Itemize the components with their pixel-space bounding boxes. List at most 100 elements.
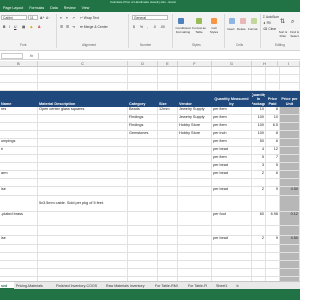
cell-size[interactable] — [158, 155, 178, 163]
empty-cell[interactable] — [158, 269, 178, 277]
empty-cell[interactable] — [280, 67, 300, 75]
cell-quantity-in-package[interactable]: 100 — [252, 131, 266, 139]
clear-button[interactable]: ⌫ Clear — [263, 27, 276, 31]
cell-vendor[interactable]: Hobby Store — [178, 131, 212, 139]
cell-price-paid[interactable] — [266, 179, 280, 187]
cell-material-description[interactable] — [38, 226, 128, 236]
cell-price-per-unit[interactable] — [280, 123, 300, 131]
empty-cell[interactable] — [178, 253, 212, 261]
cell-size[interactable] — [158, 139, 178, 147]
cell-name[interactable]: ise — [0, 236, 38, 245]
cell-vendor[interactable] — [178, 155, 212, 163]
cell-name[interactable]: e — [0, 147, 38, 155]
empty-cell[interactable] — [0, 269, 38, 277]
cell-price-per-unit[interactable] — [280, 179, 300, 187]
cell-size[interactable] — [158, 179, 178, 187]
cell-quantity-measured-by[interactable] — [212, 179, 252, 187]
cell-price-paid[interactable]: 9 — [266, 187, 280, 196]
cell-vendor[interactable]: Jewelry Supply — [178, 115, 212, 123]
cell-material-description[interactable] — [38, 212, 128, 226]
cell-vendor[interactable] — [178, 236, 212, 245]
cell-category[interactable] — [128, 147, 158, 155]
empty-cell[interactable] — [266, 75, 280, 83]
cell-category[interactable]: Findings — [128, 123, 158, 131]
cell-price-paid[interactable]: 6 — [266, 171, 280, 179]
cell-quantity-in-package[interactable]: 3 — [252, 163, 266, 171]
cell-vendor[interactable]: Jewelry Supply — [178, 107, 212, 115]
cell-material-description[interactable] — [38, 147, 128, 155]
empty-cell[interactable] — [178, 83, 212, 91]
empty-cell[interactable] — [178, 269, 212, 277]
format-cells-icon[interactable] — [251, 18, 257, 24]
empty-cell[interactable] — [252, 67, 266, 75]
borders-icon[interactable]: ▦ — [22, 25, 25, 29]
formula-input[interactable] — [38, 53, 298, 59]
cell-material-description[interactable]: 5x3.5mm cable. Sold per pkg of 5 feet. — [38, 196, 128, 212]
empty-cell[interactable] — [280, 269, 300, 277]
cell-vendor[interactable]: Hobby Store — [178, 123, 212, 131]
cell-material-description[interactable] — [38, 155, 128, 163]
cell-quantity-in-package[interactable]: 5 — [252, 155, 266, 163]
cell-material-description[interactable] — [38, 163, 128, 171]
cell-size[interactable] — [158, 123, 178, 131]
cell-price-paid[interactable]: 7 — [266, 155, 280, 163]
cell-price-per-unit[interactable] — [280, 107, 300, 115]
cell-size[interactable] — [158, 163, 178, 171]
empty-cell[interactable] — [266, 83, 280, 91]
cell-quantity-in-package[interactable]: 100 — [252, 115, 266, 123]
fill-button[interactable]: ⬇ Fill — [263, 21, 271, 25]
empty-cell[interactable] — [38, 75, 128, 83]
cell-size[interactable]: 12mm — [158, 107, 178, 115]
cell-category[interactable] — [128, 163, 158, 171]
empty-cell[interactable] — [158, 245, 178, 253]
cell-name[interactable] — [0, 226, 38, 236]
cell-category[interactable] — [128, 226, 158, 236]
cell-vendor[interactable] — [178, 212, 212, 226]
cell-quantity-measured-by[interactable] — [212, 196, 252, 212]
cell-quantity-in-package[interactable]: 50 — [252, 139, 266, 147]
align-middle-icon[interactable]: ≡ — [66, 16, 68, 20]
insert-cells-icon[interactable] — [229, 18, 235, 24]
cell-quantity-measured-by[interactable]: per foot — [212, 212, 252, 226]
format-as-table-icon[interactable] — [196, 18, 202, 24]
empty-cell[interactable] — [128, 269, 158, 277]
cell-vendor[interactable] — [178, 171, 212, 179]
cell-quantity-measured-by[interactable]: per bead — [212, 236, 252, 245]
empty-cell[interactable] — [266, 269, 280, 277]
decrease-decimal-icon[interactable]: .00 — [160, 25, 165, 29]
cell-name[interactable] — [0, 155, 38, 163]
cell-price-paid[interactable]: 8 — [266, 131, 280, 139]
cell-vendor[interactable] — [178, 139, 212, 147]
cell-quantity-in-package[interactable]: 100 — [252, 123, 266, 131]
cell-name[interactable] — [0, 115, 38, 123]
cell-price-per-unit[interactable] — [280, 115, 300, 123]
cell-quantity-in-package[interactable]: 60 — [252, 212, 266, 226]
currency-button[interactable]: $ — [133, 25, 135, 29]
cell-category[interactable] — [128, 139, 158, 147]
cell-price-per-unit[interactable] — [280, 196, 300, 212]
align-left-icon[interactable]: ☰ — [60, 25, 63, 29]
cell-quantity-in-package[interactable]: 2 — [252, 236, 266, 245]
cell-quantity-measured-by[interactable]: per item — [212, 107, 252, 115]
find-select-button[interactable]: Find & Select — [289, 30, 300, 38]
cell-name[interactable]: res — [0, 107, 38, 115]
cell-quantity-measured-by[interactable]: per item — [212, 155, 252, 163]
cell-vendor[interactable] — [178, 226, 212, 236]
cell-size[interactable] — [158, 147, 178, 155]
empty-cell[interactable] — [0, 261, 38, 269]
empty-cell[interactable] — [158, 253, 178, 261]
cell-category[interactable]: Beads — [128, 107, 158, 115]
cell-quantity-measured-by[interactable]: per bead — [212, 147, 252, 155]
empty-cell[interactable] — [212, 269, 252, 277]
cell-price-per-unit[interactable] — [280, 139, 300, 147]
cell-category[interactable] — [128, 236, 158, 245]
cell-price-per-unit[interactable]: 0.12 — [280, 212, 300, 226]
insert-button[interactable]: Insert — [227, 27, 235, 31]
cell-size[interactable] — [158, 236, 178, 245]
cell-price-per-unit[interactable] — [280, 226, 300, 236]
cell-category[interactable] — [128, 171, 158, 179]
cell-price-paid[interactable]: 6.5 — [266, 123, 280, 131]
cell-quantity-measured-by[interactable]: per item — [212, 123, 252, 131]
increase-font-icon[interactable]: A⁺ — [40, 16, 44, 20]
empty-cell[interactable] — [252, 269, 266, 277]
